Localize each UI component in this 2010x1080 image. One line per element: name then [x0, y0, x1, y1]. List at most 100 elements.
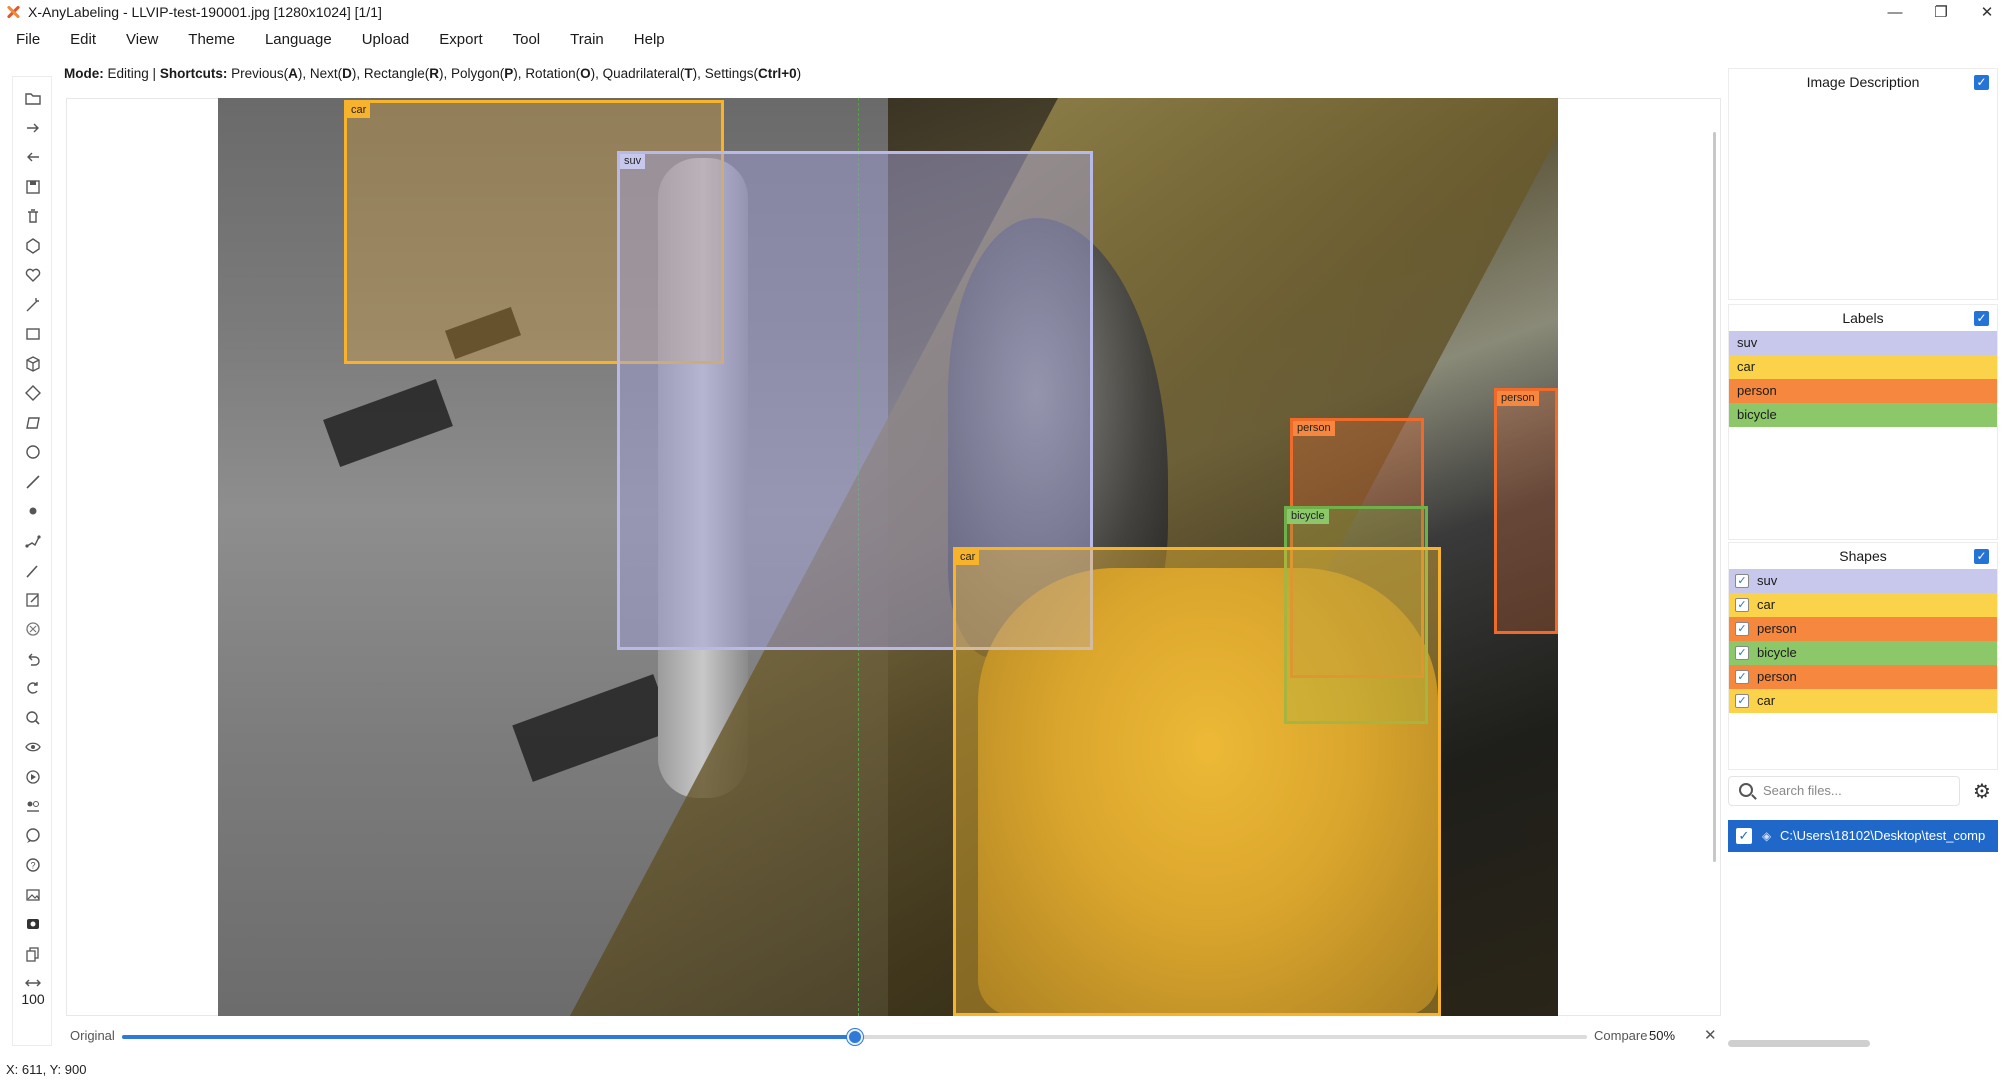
play-icon[interactable] — [19, 764, 47, 790]
labels-panel: Labels ✓ suv car person bicycle — [1728, 304, 1998, 540]
shape-item[interactable]: ✓ bicycle — [1729, 641, 1997, 665]
shortcut-text: Previous( — [231, 66, 289, 81]
next-image-icon[interactable] — [19, 115, 47, 141]
menu-tool[interactable]: Tool — [498, 28, 556, 52]
shape-checkbox[interactable]: ✓ — [1735, 574, 1749, 588]
ai-icon[interactable] — [19, 705, 47, 731]
brush-icon[interactable] — [19, 557, 47, 583]
polygon-icon[interactable] — [19, 233, 47, 259]
shapes-panel: Shapes ✓ ✓ suv ✓ car ✓ person ✓ bicycle ✓ person ✓… — [1728, 542, 1998, 770]
label-item[interactable]: car — [1729, 355, 1997, 379]
compare-slider[interactable] — [122, 1029, 1587, 1045]
canvas-vertical-scrollbar[interactable] — [1713, 132, 1716, 862]
shortcut-key: O — [580, 66, 591, 81]
shortcut-end: ), — [297, 66, 307, 81]
shape-checkbox[interactable]: ✓ — [1735, 598, 1749, 612]
mode-value: Editing | — [107, 66, 157, 81]
slider-fill — [122, 1035, 855, 1039]
close-compare-icon[interactable]: ✕ — [1704, 1026, 1717, 1044]
shape-checkbox[interactable]: ✓ — [1735, 646, 1749, 660]
shapes-toggle-checkbox[interactable]: ✓ — [1974, 549, 1989, 564]
menu-theme[interactable]: Theme — [173, 28, 250, 52]
menu-export[interactable]: Export — [424, 28, 497, 52]
menu-edit[interactable]: Edit — [55, 28, 111, 52]
rotation-icon[interactable] — [19, 380, 47, 406]
menu-file[interactable]: File — [0, 28, 55, 52]
file-list-horizontal-scrollbar[interactable] — [1728, 1040, 1870, 1047]
file-checkbox[interactable]: ✓ — [1736, 828, 1752, 844]
mode-label: Mode: — [64, 66, 104, 81]
magic-wand-icon[interactable] — [19, 292, 47, 318]
search-files-input[interactable]: Search files... — [1728, 776, 1960, 806]
copy-icon[interactable] — [19, 941, 47, 967]
open-folder-icon[interactable] — [19, 85, 47, 111]
edit-icon[interactable] — [19, 587, 47, 613]
point-icon[interactable] — [19, 498, 47, 524]
description-toggle-checkbox[interactable]: ✓ — [1974, 75, 1989, 90]
shape-label: person — [1757, 621, 1797, 636]
redo-icon[interactable] — [19, 675, 47, 701]
shortcut-key: R — [429, 66, 439, 81]
prev-image-icon[interactable] — [19, 144, 47, 170]
help-icon[interactable]: ? — [19, 852, 47, 878]
shape-item[interactable]: ✓ car — [1729, 689, 1997, 713]
bbox-car[interactable]: car — [953, 547, 1441, 1016]
label-item[interactable]: suv — [1729, 331, 1997, 355]
shortcut-key: A — [288, 66, 298, 81]
delete-icon[interactable] — [19, 203, 47, 229]
menu-view[interactable]: View — [111, 28, 173, 52]
undo-icon[interactable] — [19, 646, 47, 672]
mode-shortcuts-bar: Mode: Editing | Shortcuts: Previous(A), … — [64, 66, 801, 81]
label-item[interactable]: person — [1729, 379, 1997, 403]
bbox-label: bicycle — [1287, 509, 1329, 524]
linestrip-icon[interactable] — [19, 528, 47, 554]
cube-icon[interactable] — [19, 351, 47, 377]
minimize-icon[interactable]: — — [1872, 0, 1918, 24]
rectangle-icon[interactable] — [19, 321, 47, 347]
bbox-label: car — [347, 103, 371, 118]
circle-icon[interactable] — [19, 439, 47, 465]
shape-item[interactable]: ✓ person — [1729, 617, 1997, 641]
heart-shape-icon[interactable] — [19, 262, 47, 288]
shortcut-list: Previous(A), Next(D), Rectangle(R), Poly… — [231, 66, 801, 81]
bbox-label: car — [956, 550, 980, 565]
clear-icon[interactable] — [19, 616, 47, 642]
restore-icon[interactable]: ❐ — [1918, 0, 1964, 24]
shape-item[interactable]: ✓ person — [1729, 665, 1997, 689]
menu-language[interactable]: Language — [250, 28, 347, 52]
shortcut-key: P — [504, 66, 514, 81]
bbox-person[interactable]: person — [1494, 388, 1558, 634]
shortcuts-label: Shortcuts: — [159, 66, 228, 81]
compare-slider-row: Original Compare 50% ✕ — [66, 1026, 1721, 1048]
close-icon[interactable]: ✕ — [1964, 0, 2010, 24]
save-icon[interactable] — [19, 174, 47, 200]
shape-item[interactable]: ✓ suv — [1729, 569, 1997, 593]
canvas-image[interactable]: car suv person person bicycle car — [218, 98, 1558, 1016]
line-icon[interactable] — [19, 469, 47, 495]
title-bar: X-AnyLabeling - LLVIP-test-190001.jpg [1… — [0, 0, 2010, 24]
menu-help[interactable]: Help — [619, 28, 680, 52]
shortcut-key: T — [684, 66, 693, 81]
label-item[interactable]: bicycle — [1729, 403, 1997, 427]
file-path: C:\Users\18102\Desktop\test_comp — [1780, 828, 1986, 843]
bbox-label: person — [1293, 421, 1335, 436]
visibility-icon[interactable] — [19, 734, 47, 760]
shape-checkbox[interactable]: ✓ — [1735, 622, 1749, 636]
chat-icon[interactable] — [19, 823, 47, 849]
shape-checkbox[interactable]: ✓ — [1735, 694, 1749, 708]
quadrilateral-icon[interactable] — [19, 410, 47, 436]
gear-icon[interactable]: ⚙ — [1973, 779, 1991, 804]
file-list-item[interactable]: ✓ ◈ C:\Users\18102\Desktop\test_comp — [1728, 820, 1998, 852]
menu-upload[interactable]: Upload — [347, 28, 425, 52]
image-icon[interactable] — [19, 882, 47, 908]
group-icon[interactable] — [19, 793, 47, 819]
menu-train[interactable]: Train — [555, 28, 619, 52]
shape-checkbox[interactable]: ✓ — [1735, 670, 1749, 684]
shortcut-text: Polygon( — [450, 66, 505, 81]
shape-item[interactable]: ✓ car — [1729, 593, 1997, 617]
svg-text:?: ? — [30, 861, 35, 871]
video-icon[interactable] — [19, 911, 47, 937]
slider-handle[interactable] — [846, 1029, 863, 1045]
zoom-level[interactable]: 100 — [13, 991, 53, 1007]
labels-toggle-checkbox[interactable]: ✓ — [1974, 311, 1989, 326]
